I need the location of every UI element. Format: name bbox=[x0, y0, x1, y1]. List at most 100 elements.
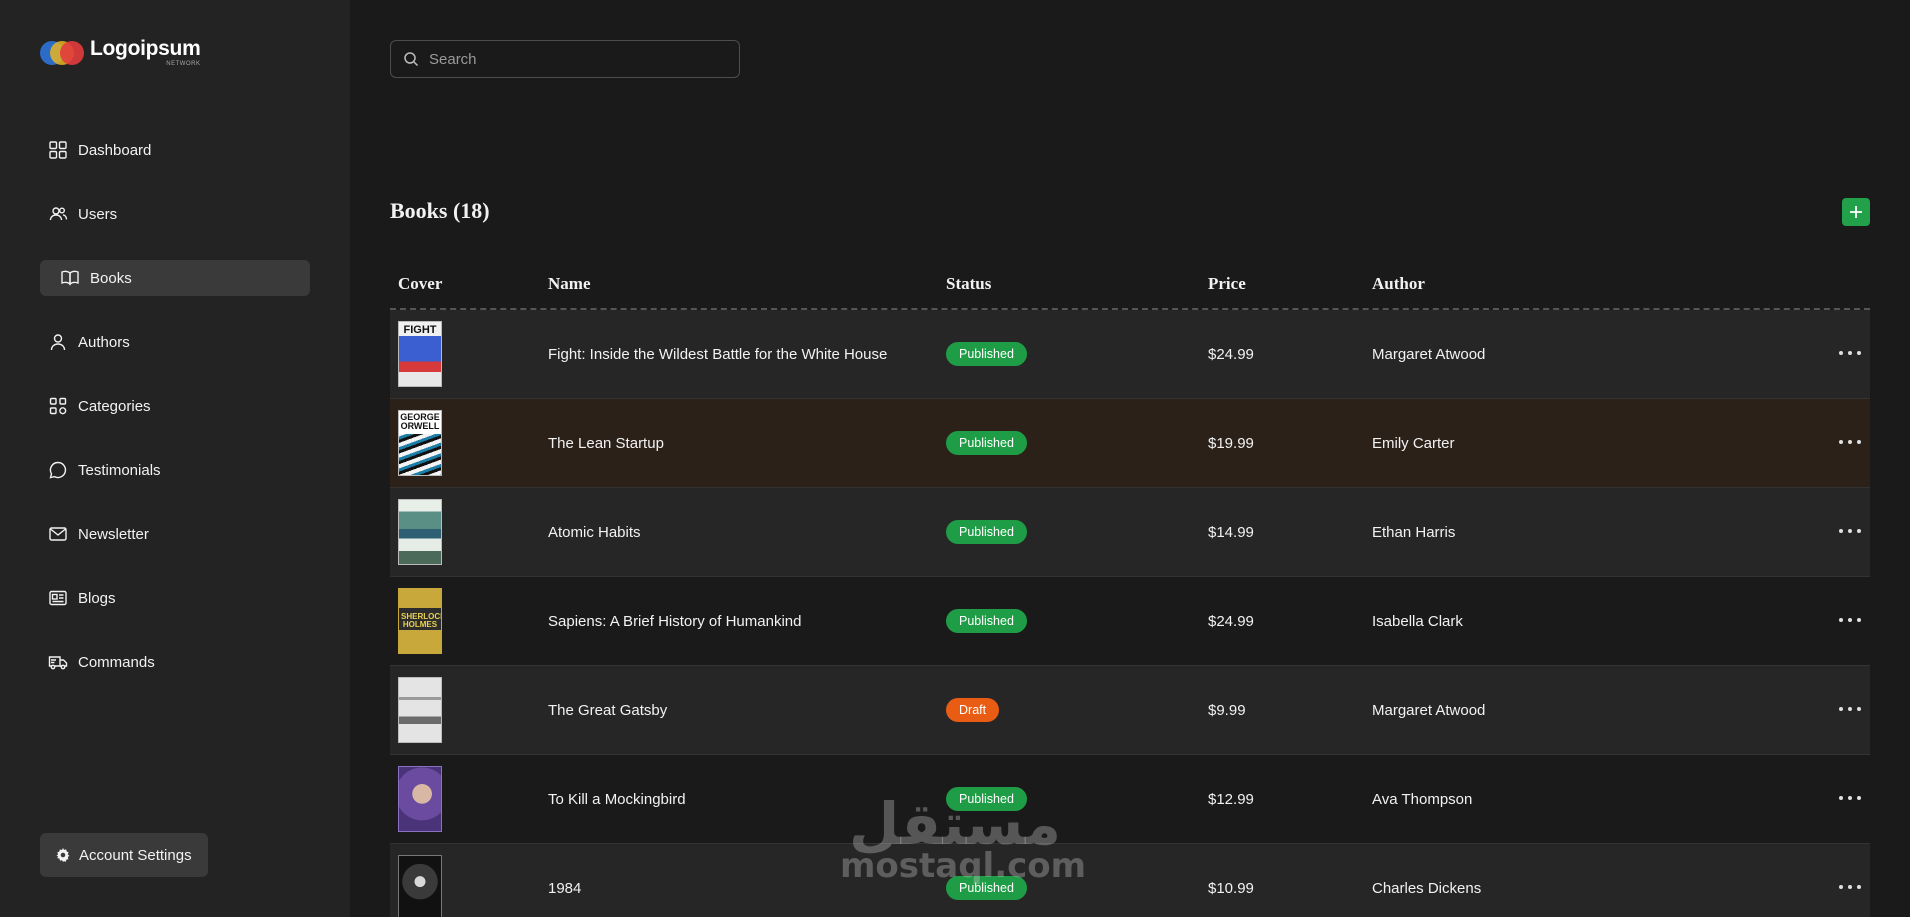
books-table: Cover Name Status Price Author FIGHT Fig… bbox=[390, 260, 1870, 917]
sidebar: Logoipsum NETWORK Dashboard Users Books … bbox=[0, 0, 350, 917]
book-cover-image bbox=[398, 855, 442, 917]
column-header-status[interactable]: Status bbox=[946, 274, 1208, 294]
page-title: Books (18) bbox=[390, 198, 490, 223]
newspaper-icon bbox=[49, 590, 67, 606]
sidebar-item-label: Users bbox=[78, 205, 118, 223]
book-name: Fight: Inside the Wildest Battle for the… bbox=[548, 345, 888, 363]
sidebar-item-label: Blogs bbox=[78, 589, 116, 607]
sidebar-nav: Dashboard Users Books Authors Categories… bbox=[40, 132, 310, 708]
book-cover-image: GEORGE ORWELL bbox=[398, 410, 442, 476]
account-settings-button[interactable]: Account Settings bbox=[40, 833, 208, 877]
table-header: Cover Name Status Price Author bbox=[390, 260, 1870, 310]
status-badge: Published bbox=[946, 609, 1027, 633]
column-header-author[interactable]: Author bbox=[1372, 274, 1870, 294]
status-badge: Published bbox=[946, 342, 1027, 366]
table-row[interactable]: SHERLOCK HOLMES Sapiens: A Brief History… bbox=[390, 577, 1870, 666]
table-row[interactable]: GEORGE ORWELL The Lean Startup Published… bbox=[390, 399, 1870, 488]
main-content: Books (18) Cover Name Status Price Autho… bbox=[350, 0, 1910, 917]
book-price: $9.99 bbox=[1208, 701, 1246, 719]
book-author: Emily Carter bbox=[1372, 434, 1455, 452]
account-settings-label: Account Settings bbox=[79, 846, 192, 864]
book-price: $24.99 bbox=[1208, 612, 1254, 630]
sidebar-item-categories[interactable]: Categories bbox=[40, 388, 310, 424]
book-price: $14.99 bbox=[1208, 523, 1254, 541]
sidebar-item-books[interactable]: Books bbox=[40, 260, 310, 296]
book-author: Ava Thompson bbox=[1372, 790, 1473, 808]
more-horizontal-icon bbox=[1839, 796, 1861, 802]
sidebar-item-dashboard[interactable]: Dashboard bbox=[40, 132, 310, 168]
cover-title: SHERLOCK HOLMES bbox=[401, 612, 442, 630]
search-input[interactable] bbox=[429, 50, 719, 68]
book-name: The Lean Startup bbox=[548, 434, 664, 452]
book-cover-image: FIGHT bbox=[398, 321, 442, 387]
row-actions-button[interactable] bbox=[1830, 440, 1870, 446]
book-cover-image: SHERLOCK HOLMES bbox=[398, 588, 442, 654]
sidebar-item-users[interactable]: Users bbox=[40, 196, 310, 232]
users-icon bbox=[49, 207, 68, 221]
more-horizontal-icon bbox=[1839, 707, 1861, 713]
row-actions-button[interactable] bbox=[1830, 796, 1870, 802]
book-author: Ethan Harris bbox=[1372, 523, 1456, 541]
book-price: $24.99 bbox=[1208, 345, 1254, 363]
status-badge: Published bbox=[946, 520, 1027, 544]
search-icon bbox=[404, 52, 419, 67]
column-header-price[interactable]: Price bbox=[1208, 274, 1372, 294]
book-open-icon bbox=[61, 270, 79, 286]
table-row[interactable]: Atomic Habits Published $14.99 Ethan Har… bbox=[390, 488, 1870, 577]
sidebar-item-label: Testimonials bbox=[78, 461, 161, 479]
user-icon bbox=[50, 334, 66, 351]
row-actions-button[interactable] bbox=[1830, 885, 1870, 891]
logo[interactable]: Logoipsum NETWORK bbox=[40, 37, 201, 67]
sidebar-item-blogs[interactable]: Blogs bbox=[40, 580, 310, 616]
sidebar-item-newsletter[interactable]: Newsletter bbox=[40, 516, 310, 552]
message-circle-icon bbox=[49, 461, 67, 479]
column-header-name[interactable]: Name bbox=[548, 274, 946, 294]
status-badge: Draft bbox=[946, 698, 1000, 722]
sidebar-item-testimonials[interactable]: Testimonials bbox=[40, 452, 310, 488]
book-author: Margaret Atwood bbox=[1372, 345, 1486, 363]
table-row[interactable]: To Kill a Mockingbird Published $12.99 A… bbox=[390, 755, 1870, 844]
search-box[interactable] bbox=[390, 40, 740, 78]
table-row[interactable]: FIGHT Fight: Inside the Wildest Battle f… bbox=[390, 310, 1870, 399]
sidebar-item-label: Commands bbox=[78, 653, 155, 671]
more-horizontal-icon bbox=[1839, 351, 1861, 357]
sidebar-item-label: Categories bbox=[78, 397, 151, 415]
more-horizontal-icon bbox=[1839, 885, 1861, 891]
book-name: Sapiens: A Brief History of Humankind bbox=[548, 612, 802, 630]
cover-title: GEORGE ORWELL bbox=[399, 411, 441, 434]
status-badge: Published bbox=[946, 787, 1027, 811]
book-cover-image bbox=[398, 499, 442, 565]
status-badge: Published bbox=[946, 876, 1027, 900]
book-name: Atomic Habits bbox=[548, 523, 641, 541]
truck-icon bbox=[48, 656, 68, 670]
logo-name: Logoipsum bbox=[90, 37, 201, 60]
logo-mark-icon bbox=[40, 40, 84, 65]
book-author: Isabella Clark bbox=[1372, 612, 1463, 630]
dashboard-icon bbox=[49, 141, 67, 159]
book-cover-image bbox=[398, 766, 442, 832]
row-actions-button[interactable] bbox=[1830, 351, 1870, 357]
sidebar-item-authors[interactable]: Authors bbox=[40, 324, 310, 360]
book-price: $12.99 bbox=[1208, 790, 1254, 808]
more-horizontal-icon bbox=[1839, 529, 1861, 535]
column-header-cover[interactable]: Cover bbox=[390, 274, 548, 294]
row-actions-button[interactable] bbox=[1830, 618, 1870, 624]
sidebar-item-label: Books bbox=[90, 269, 132, 287]
book-cover-image bbox=[398, 677, 442, 743]
gear-icon bbox=[56, 848, 70, 862]
table-row[interactable]: 1984 Published $10.99 Charles Dickens bbox=[390, 844, 1870, 917]
book-name: 1984 bbox=[548, 879, 582, 897]
book-price: $10.99 bbox=[1208, 879, 1254, 897]
book-name: To Kill a Mockingbird bbox=[548, 790, 686, 808]
table-row[interactable]: The Great Gatsby Draft $9.99 Margaret At… bbox=[390, 666, 1870, 755]
row-actions-button[interactable] bbox=[1830, 707, 1870, 713]
logo-subtitle: NETWORK bbox=[166, 61, 201, 67]
cover-title: FIGHT bbox=[403, 324, 437, 336]
book-author: Charles Dickens bbox=[1372, 879, 1482, 897]
sidebar-item-commands[interactable]: Commands bbox=[40, 644, 310, 680]
book-price: $19.99 bbox=[1208, 434, 1254, 452]
categories-icon bbox=[49, 397, 67, 415]
row-actions-button[interactable] bbox=[1830, 529, 1870, 535]
add-book-button[interactable] bbox=[1842, 198, 1870, 226]
sidebar-item-label: Dashboard bbox=[78, 141, 152, 159]
